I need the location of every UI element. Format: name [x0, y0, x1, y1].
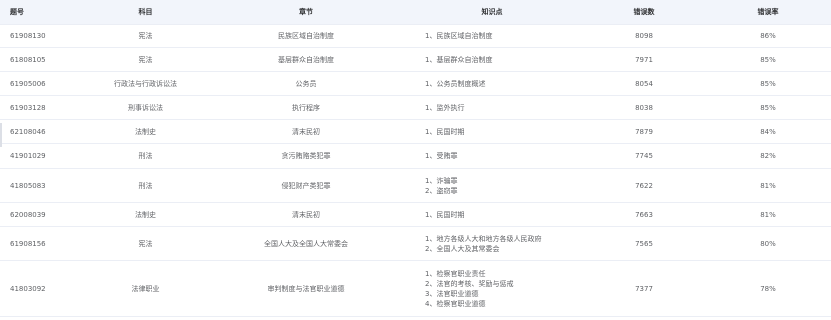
cell-rate: 81% — [760, 210, 776, 219]
cell-id: 41805083 — [10, 181, 46, 190]
knowledge-point: 2、盗窃罪 — [425, 186, 458, 195]
knowledge-point: 1、民族区域自治制度 — [425, 32, 493, 40]
knowledge-point: 1、检察官职业责任 — [425, 269, 486, 278]
cell-points: 1、公务员制度概述 — [401, 79, 583, 89]
cell-subject: 法律职业 — [131, 284, 160, 293]
table-row[interactable]: 62108046 法制史 清末民初 1、民国时期 7879 84% — [0, 120, 831, 144]
knowledge-point: 2、法官的考核、奖励与惩戒 — [425, 279, 514, 288]
cell-errors: 7971 — [635, 55, 653, 64]
cell-subject: 宪法 — [138, 239, 153, 248]
cell-points: 1、基层群众自治制度 — [401, 55, 583, 65]
cell-rate: 78% — [760, 284, 776, 293]
cell-points: 1、受贿罪 — [401, 151, 583, 161]
cell-points: 1、诈骗罪 2、盗窃罪 — [401, 176, 583, 196]
cell-id: 61908130 — [10, 32, 46, 40]
cell-id: 41901029 — [10, 152, 46, 160]
cell-rate: 80% — [760, 239, 776, 248]
knowledge-point: 4、检察官职业道德 — [425, 299, 486, 308]
table-row[interactable]: 61903128 刑事诉讼法 执行程序 1、监外执行 8038 85% — [0, 96, 831, 120]
cell-subject: 行政法与行政诉讼法 — [114, 79, 177, 88]
cell-id: 61905006 — [10, 79, 46, 88]
row-indicator — [0, 123, 2, 147]
cell-points: 1、监外执行 — [401, 103, 583, 113]
cell-errors: 7745 — [635, 152, 653, 160]
cell-rate: 85% — [760, 103, 776, 112]
cell-chapter: 贪污贿赂类犯罪 — [281, 152, 331, 160]
cell-id: 62008039 — [10, 210, 46, 219]
cell-rate: 81% — [760, 181, 776, 190]
cell-subject: 法制史 — [135, 210, 156, 219]
knowledge-point: 1、地方各级人大和地方各级人民政府 — [425, 234, 542, 243]
cell-errors: 8098 — [635, 32, 653, 40]
cell-errors: 7879 — [635, 127, 653, 136]
cell-id: 62108046 — [10, 127, 46, 136]
knowledge-point: 1、民国时期 — [425, 127, 465, 136]
cell-chapter: 公务员 — [295, 79, 317, 88]
cell-rate: 84% — [760, 127, 776, 136]
knowledge-point: 1、民国时期 — [425, 210, 465, 219]
cell-rate: 85% — [760, 55, 776, 64]
header-points[interactable]: 知识点 — [401, 7, 583, 17]
knowledge-point: 3、法官职业道德 — [425, 289, 479, 298]
cell-id: 61808105 — [10, 55, 46, 64]
table-row[interactable]: 61908130 宪法 民族区域自治制度 1、民族区域自治制度 8098 86% — [0, 25, 831, 48]
cell-rate: 86% — [760, 32, 776, 40]
table-row[interactable]: 61905006 行政法与行政诉讼法 公务员 1、公务员制度概述 8054 85… — [0, 72, 831, 96]
cell-points: 1、地方各级人大和地方各级人民政府 2、全国人大及其常委会 — [401, 234, 583, 254]
header-id[interactable]: 题号 — [0, 7, 80, 17]
cell-errors: 7663 — [635, 210, 653, 219]
cell-id: 41803092 — [10, 284, 46, 293]
header-subject[interactable]: 科目 — [80, 7, 211, 17]
cell-points: 1、民族区域自治制度 — [401, 31, 583, 41]
cell-errors: 7377 — [635, 284, 653, 293]
knowledge-point: 2、全国人大及其常委会 — [425, 244, 500, 253]
cell-chapter: 审判制度与法官职业道德 — [267, 284, 345, 293]
cell-id: 61908156 — [10, 239, 46, 248]
table-row[interactable]: 61908156 宪法 全国人大及全国人大常委会 1、地方各级人大和地方各级人民… — [0, 227, 831, 261]
cell-rate: 82% — [760, 152, 776, 160]
cell-errors: 8038 — [635, 103, 653, 112]
cell-points: 1、民国时期 — [401, 127, 583, 137]
cell-rate: 85% — [760, 79, 776, 88]
cell-id: 61903128 — [10, 103, 46, 112]
cell-chapter: 侵犯财产类犯罪 — [281, 181, 331, 190]
cell-subject: 刑法 — [138, 181, 153, 190]
cell-chapter: 清末民初 — [292, 210, 320, 219]
table-row[interactable]: 61808105 宪法 基层群众自治制度 1、基层群众自治制度 7971 85% — [0, 48, 831, 72]
cell-chapter: 执行程序 — [292, 103, 320, 112]
knowledge-point: 1、基层群众自治制度 — [425, 55, 493, 64]
cell-chapter: 基层群众自治制度 — [278, 55, 334, 64]
knowledge-point: 1、诈骗罪 — [425, 176, 458, 185]
cell-errors: 7622 — [635, 181, 653, 190]
cell-chapter: 清末民初 — [292, 127, 320, 136]
knowledge-point: 1、监外执行 — [425, 103, 465, 112]
table-row[interactable]: 41803092 法律职业 审判制度与法官职业道德 1、检察官职业责任 2、法官… — [0, 261, 831, 317]
header-chapter[interactable]: 章节 — [211, 7, 401, 17]
error-stats-table: 题号 科目 章节 知识点 错误数 错误率 61908130 宪法 民族区域自治制… — [0, 0, 831, 317]
cell-subject: 刑事诉讼法 — [128, 103, 163, 112]
cell-chapter: 民族区域自治制度 — [278, 32, 334, 40]
cell-subject: 宪法 — [138, 55, 153, 64]
header-errors[interactable]: 错误数 — [583, 7, 705, 17]
cell-errors: 7565 — [635, 239, 653, 248]
header-rate[interactable]: 错误率 — [705, 7, 831, 17]
cell-errors: 8054 — [635, 79, 653, 88]
cell-points: 1、检察官职业责任 2、法官的考核、奖励与惩戒 3、法官职业道德 4、检察官职业… — [401, 269, 583, 309]
cell-chapter: 全国人大及全国人大常委会 — [264, 239, 348, 248]
cell-subject: 宪法 — [138, 32, 153, 40]
table-row[interactable]: 41901029 刑法 贪污贿赂类犯罪 1、受贿罪 7745 82% — [0, 144, 831, 169]
table-header: 题号 科目 章节 知识点 错误数 错误率 — [0, 0, 831, 25]
knowledge-point: 1、受贿罪 — [425, 152, 458, 160]
table-row[interactable]: 62008039 法制史 清末民初 1、民国时期 7663 81% — [0, 203, 831, 227]
cell-subject: 法制史 — [135, 127, 156, 136]
table-row[interactable]: 41805083 刑法 侵犯财产类犯罪 1、诈骗罪 2、盗窃罪 7622 81% — [0, 169, 831, 203]
cell-subject: 刑法 — [138, 152, 153, 160]
cell-points: 1、民国时期 — [401, 210, 583, 220]
knowledge-point: 1、公务员制度概述 — [425, 79, 486, 88]
